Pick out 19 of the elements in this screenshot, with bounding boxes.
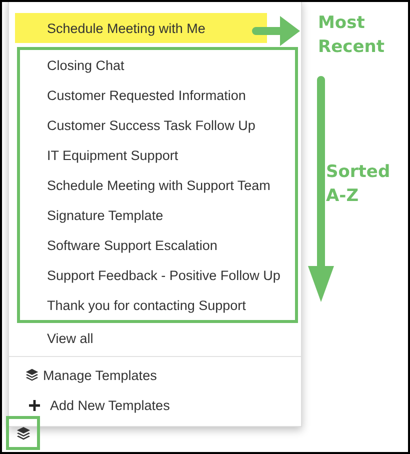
templates-button[interactable] xyxy=(6,416,40,450)
menu-item[interactable]: Software Support Escalation xyxy=(20,230,295,260)
annotation-label: Sorted A-Z xyxy=(326,161,392,208)
menu-item[interactable]: Schedule Meeting with Me xyxy=(15,13,267,43)
layers-icon xyxy=(16,426,30,440)
menu-item[interactable]: Customer Requested Information xyxy=(20,80,295,110)
menu-item[interactable]: Signature Template xyxy=(20,200,295,230)
menu-item[interactable]: Thank you for contacting Support xyxy=(20,290,295,320)
menu-item[interactable]: Support Feedback - Positive Follow Up xyxy=(20,260,295,290)
menu-item[interactable]: Schedule Meeting with Support Team xyxy=(20,170,295,200)
plus-icon xyxy=(29,400,40,410)
manage-templates-item[interactable]: Manage Templates xyxy=(9,360,301,390)
view-all-link[interactable]: View all xyxy=(9,323,301,353)
menu-item[interactable]: Closing Chat xyxy=(20,50,295,80)
menu-item[interactable]: IT Equipment Support xyxy=(20,140,295,170)
menu-item[interactable]: Customer Success Task Follow Up xyxy=(20,110,295,140)
layers-icon xyxy=(25,368,39,382)
add-templates-item[interactable]: Add New Templates xyxy=(9,390,301,420)
annotation-label: Most Recent xyxy=(318,12,386,59)
